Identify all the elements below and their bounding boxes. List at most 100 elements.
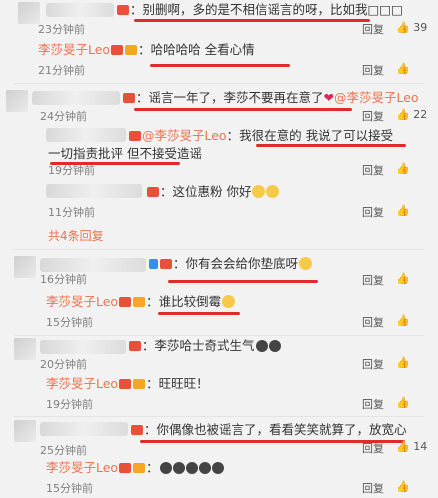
avatar[interactable] [14, 420, 36, 442]
timestamp: 20分钟前 [40, 358, 87, 371]
timestamp: 24分钟前 [40, 110, 87, 123]
like-count: 39 [413, 21, 428, 34]
reply-button[interactable]: 回复 [362, 62, 384, 78]
timestamp: 19分钟前 [46, 398, 93, 411]
fan-badge-icon [123, 93, 135, 103]
comment-text-line2: 一切指责批评 但不接受造谣 [48, 146, 202, 161]
dog-emoji-icon [268, 340, 281, 352]
comment-text: ：别删啊，多的是不相信谣言的呀，比如我□□□ [130, 2, 403, 17]
like-button[interactable]: 👍 [396, 62, 410, 75]
author-name[interactable]: 李莎旻子Leo [46, 376, 118, 391]
avatar[interactable] [14, 338, 36, 360]
v-badge-icon [149, 259, 158, 269]
thumbs-up-icon: 👍 [396, 356, 410, 369]
thumbs-up-icon: 👍 [396, 62, 410, 75]
like-button[interactable]: 👍 [396, 272, 410, 285]
laughing-emoji-icon [266, 185, 280, 198]
blurred-username [40, 340, 126, 354]
reply-button[interactable]: 回复 [362, 314, 384, 330]
reply-button[interactable]: 回复 [362, 204, 384, 220]
mention-link[interactable]: @李莎旻子Leo [142, 128, 227, 143]
blurred-username [46, 184, 142, 198]
fan-badge-icon [117, 5, 129, 15]
comment-text: ：李莎哈士奇式生气 [142, 338, 255, 353]
reply-button[interactable]: 回复 [362, 480, 384, 496]
reply-button[interactable]: 回复 [362, 440, 384, 456]
timestamp: 19分钟前 [48, 164, 95, 177]
reply-button[interactable]: 回复 [362, 356, 384, 372]
fan-badge-icon [131, 425, 143, 435]
comment-text: ：这位惠粉 你好 [160, 184, 252, 199]
comment-text: ：谣言一年了，李莎不要再在意了 [136, 90, 324, 105]
timestamp: 25分钟前 [40, 444, 87, 457]
author-name[interactable]: 李莎旻子Leo [38, 42, 110, 57]
like-button[interactable]: 👍 [396, 162, 410, 175]
author-name[interactable]: 李莎旻子Leo [46, 294, 118, 309]
thumbs-up-icon: 👍 [396, 108, 410, 121]
avatar[interactable] [14, 256, 36, 278]
timestamp: 11分钟前 [48, 206, 95, 219]
comment-text: ：旺旺旺！ [146, 376, 209, 391]
dog-emoji-icon [211, 462, 224, 474]
member-icon [125, 45, 138, 55]
heart-icon: ❤ [323, 90, 334, 105]
v-badge-icon [119, 297, 132, 307]
mention-link[interactable]: @李莎旻子Leo [334, 90, 419, 105]
member-icon [133, 297, 146, 307]
emoji-icon [299, 257, 313, 270]
avatar[interactable] [18, 2, 40, 24]
thumbs-up-icon: 👍 [396, 21, 410, 34]
timestamp: 23分钟前 [38, 23, 85, 36]
dog-emoji-icon [172, 462, 185, 474]
reply-button[interactable]: 回复 [362, 108, 384, 124]
thumbs-up-icon: 👍 [396, 480, 410, 493]
member-icon [133, 463, 146, 473]
red-underline [150, 64, 290, 67]
reply-button[interactable]: 回复 [362, 396, 384, 412]
divider [14, 83, 424, 84]
reply-button[interactable]: 回复 [362, 272, 384, 288]
v-badge-icon [119, 463, 132, 473]
laughing-emoji-icon [252, 185, 266, 198]
reply-button[interactable]: 回复 [362, 21, 384, 37]
avatar[interactable] [6, 90, 28, 112]
author-name[interactable]: 李莎旻子Leo [46, 460, 118, 475]
thumbs-up-icon: 👍 [396, 204, 410, 217]
member-icon [133, 379, 146, 389]
divider [14, 416, 424, 417]
fan-badge-icon [160, 259, 172, 269]
thumbs-up-icon: 👍 [396, 396, 410, 409]
fan-badge-icon [129, 341, 141, 351]
comment-text: ：谁比较倒霉 [146, 294, 222, 309]
divider [14, 249, 424, 250]
like-button[interactable]: 👍 39 [396, 21, 427, 34]
blurred-username [46, 128, 126, 142]
like-count: 14 [413, 440, 428, 453]
reply-button[interactable]: 回复 [362, 162, 384, 178]
comment-text: ：哈哈哈哈 全看心情 [138, 42, 255, 57]
like-button[interactable]: 👍 [396, 314, 410, 327]
red-underline [168, 280, 318, 283]
emoji-icon [222, 295, 236, 308]
like-button[interactable]: 👍 [396, 396, 410, 409]
like-button[interactable]: 👍 14 [396, 440, 427, 453]
red-underline [158, 312, 240, 315]
like-button[interactable]: 👍 [396, 356, 410, 369]
thumbs-up-icon: 👍 [396, 272, 410, 285]
like-button[interactable]: 👍 22 [396, 108, 427, 121]
timestamp: 15分钟前 [46, 482, 93, 495]
blurred-username [46, 3, 114, 17]
blurred-username [40, 258, 146, 272]
v-badge-icon [111, 45, 124, 55]
dog-emoji-icon [159, 462, 172, 474]
thumbs-up-icon: 👍 [396, 440, 410, 453]
thumbs-up-icon: 👍 [396, 162, 410, 175]
like-button[interactable]: 👍 [396, 480, 410, 493]
fan-badge-icon [129, 131, 141, 141]
v-badge-icon [119, 379, 132, 389]
like-button[interactable]: 👍 [396, 204, 410, 217]
blurred-username [32, 91, 120, 105]
timestamp: 21分钟前 [38, 64, 85, 77]
more-replies-link[interactable]: 共4条回复 [48, 227, 104, 244]
thumbs-up-icon: 👍 [396, 314, 410, 327]
